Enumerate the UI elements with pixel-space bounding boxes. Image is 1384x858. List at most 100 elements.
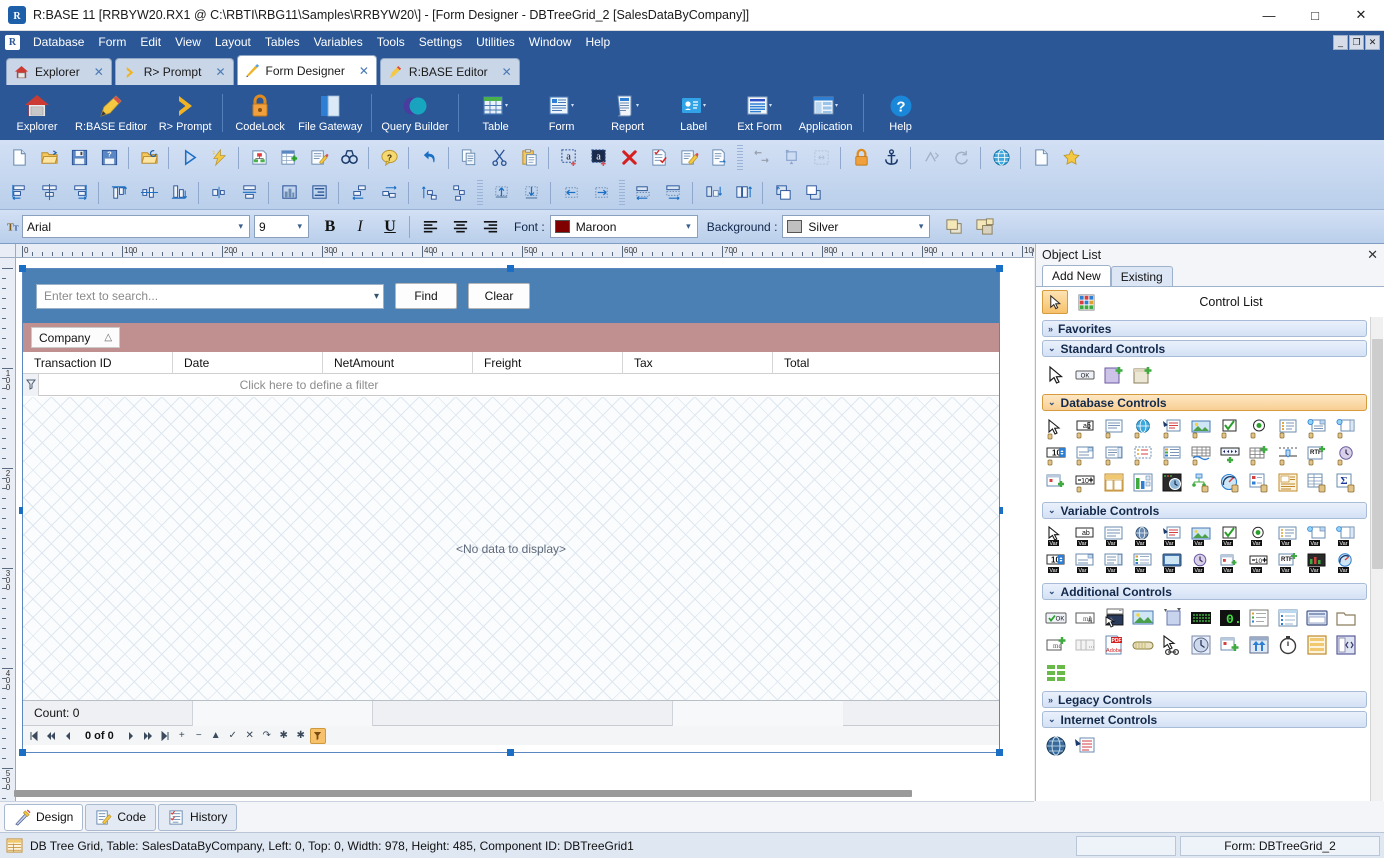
var-image-icon[interactable]: Var <box>1189 525 1213 549</box>
menu-view[interactable]: View <box>168 32 208 52</box>
grid-filter-row[interactable]: Click here to define a filter <box>23 373 999 396</box>
toolbar-form-button[interactable]: Form <box>529 87 595 139</box>
toolbar-codelock-button[interactable]: CodeLock <box>227 87 293 139</box>
space-equal-vert-icon[interactable] <box>444 178 474 208</box>
send-to-back-icon[interactable] <box>969 214 999 240</box>
group-chip-company[interactable]: Company △ <box>31 327 121 348</box>
mdi-restore-button[interactable]: ❐ <box>1349 34 1364 50</box>
scrollbar-thumb[interactable] <box>1372 339 1383 569</box>
db-grid-icon[interactable] <box>1189 444 1213 468</box>
toolbar-explorer-button[interactable]: Explorer <box>4 87 70 139</box>
db-numeric-icon[interactable]: 10 <box>1073 471 1097 495</box>
run-lightning-icon[interactable] <box>204 143 234 173</box>
chevron-down-icon[interactable]: ▾ <box>293 221 306 232</box>
menu-form[interactable]: Form <box>91 32 133 52</box>
toolbar-grip[interactable] <box>737 144 743 171</box>
add-image-icon[interactable] <box>1131 606 1155 630</box>
db-slider-icon[interactable] <box>1276 444 1300 468</box>
add-progress-icon[interactable] <box>1131 633 1155 657</box>
nav-edit-button[interactable]: ▲ <box>208 728 224 744</box>
group-add-icon[interactable] <box>1131 363 1155 387</box>
bold-button[interactable]: B <box>315 214 345 240</box>
tab-design[interactable]: Design <box>4 803 84 831</box>
column-header-total[interactable]: Total <box>773 352 923 374</box>
equalize-height-icon[interactable] <box>304 178 334 208</box>
var-memo-icon[interactable]: Var <box>1102 525 1126 549</box>
db-text-field-icon[interactable]: ab <box>1073 417 1097 441</box>
toolbar-file-gateway-button[interactable]: File Gateway <box>293 87 367 139</box>
size-width-icon[interactable] <box>628 178 658 208</box>
find-button[interactable]: Find <box>395 283 457 309</box>
var-listbox-icon[interactable]: Var <box>1276 525 1300 549</box>
toolbar-application-button[interactable]: Application <box>793 87 859 139</box>
shrink-height-icon[interactable] <box>698 178 728 208</box>
var-dropdown-icon[interactable]: Var <box>1073 552 1097 576</box>
close-icon[interactable]: ✕ <box>502 65 512 79</box>
grid-body-area[interactable]: <No data to display> <box>23 396 999 700</box>
add-shape-icon[interactable] <box>1160 606 1184 630</box>
page-icon[interactable] <box>1026 143 1056 173</box>
add-mask-plus-icon[interactable]: mq <box>1044 633 1068 657</box>
save-as-disk-icon[interactable]: ? <box>94 143 124 173</box>
size-height-icon[interactable] <box>658 178 688 208</box>
doc-tab-r-prompt[interactable]: R> Prompt ✕ <box>114 58 234 85</box>
globe-web-icon[interactable] <box>986 143 1016 173</box>
undo-arrow-icon[interactable] <box>414 143 444 173</box>
new-document-icon[interactable] <box>4 143 34 173</box>
add-form-layout-icon[interactable] <box>1305 633 1329 657</box>
table-add-icon[interactable] <box>274 143 304 173</box>
selection-handle-bottom-center[interactable] <box>507 749 514 756</box>
add-folder-icon[interactable] <box>1334 606 1358 630</box>
db-detail-grid-icon[interactable] <box>1160 444 1184 468</box>
add-seven-seg-icon[interactable]: 0. <box>1218 606 1242 630</box>
menu-edit[interactable]: Edit <box>133 32 168 52</box>
delete-x-icon[interactable] <box>614 143 644 173</box>
db-listbox-icon[interactable] <box>1276 417 1300 441</box>
nav-post-button[interactable]: ✓ <box>225 728 241 744</box>
save-disk-icon[interactable] <box>64 143 94 173</box>
column-header-transaction-id[interactable]: Transaction ID <box>23 351 173 374</box>
control-categories-scroll[interactable]: » Favorites ⌄ Standard Controls OK ⌄ Dat… <box>1036 317 1384 801</box>
category-additional-controls[interactable]: ⌄ Additional Controls <box>1042 583 1367 600</box>
send-back-icon[interactable] <box>798 178 828 208</box>
object-list-scrollbar[interactable] <box>1370 317 1383 801</box>
chevron-down-icon[interactable]: ▾ <box>234 221 247 232</box>
menu-utilities[interactable]: Utilities <box>469 32 522 52</box>
nudge-right-icon[interactable] <box>586 178 616 208</box>
panel-add-icon[interactable] <box>1102 363 1126 387</box>
var-spin-icon[interactable]: 10 Var <box>1044 552 1068 576</box>
refresh-icon[interactable] <box>946 143 976 173</box>
selection-handle-top-center[interactable] <box>507 265 514 272</box>
background-color-combo[interactable]: Silver ▾ <box>782 215 931 238</box>
nudge-up-icon[interactable] <box>486 178 516 208</box>
menu-layout[interactable]: Layout <box>208 32 258 52</box>
db-report-icon[interactable] <box>1276 471 1300 495</box>
color-grid-icon[interactable] <box>1073 290 1099 314</box>
add-mask-icon[interactable]: mq <box>1073 606 1097 630</box>
toolbar-report-button[interactable]: Report <box>595 87 661 139</box>
var-radio-icon[interactable]: Var <box>1247 525 1271 549</box>
insert-object-icon[interactable]: a <box>554 143 584 173</box>
var-rtf-icon[interactable]: RTF Var <box>1276 552 1300 576</box>
size-to-grid-icon[interactable] <box>776 143 806 173</box>
insert-object-dark-icon[interactable]: a <box>584 143 614 173</box>
add-calendar-plus-icon[interactable] <box>1218 633 1242 657</box>
underline-button[interactable]: U <box>375 214 405 240</box>
menu-help[interactable]: Help <box>578 32 617 52</box>
column-header-freight[interactable]: Freight <box>473 351 623 374</box>
toolbar-grip[interactable] <box>477 179 483 206</box>
db-pointer-icon[interactable] <box>1044 417 1068 441</box>
var-calendar-icon[interactable]: Var <box>1218 552 1242 576</box>
add-listview-icon[interactable] <box>1276 606 1300 630</box>
column-header-date[interactable]: Date <box>173 351 323 374</box>
db-dropdown-icon[interactable] <box>1073 444 1097 468</box>
designer-horizontal-scrollbar[interactable] <box>0 787 1034 801</box>
search-input[interactable]: Enter text to search... ▾ <box>36 283 384 309</box>
properties-check-icon[interactable] <box>644 143 674 173</box>
db-timer-icon[interactable] <box>1160 471 1184 495</box>
var-checkbox-icon[interactable]: Var <box>1218 525 1242 549</box>
align-middle-icon[interactable] <box>134 178 164 208</box>
doc-tab-rbase-editor[interactable]: R:BASE Editor ✕ <box>379 58 520 85</box>
nav-cancel-button[interactable]: ✕ <box>242 728 258 744</box>
menu-settings[interactable]: Settings <box>412 32 469 52</box>
